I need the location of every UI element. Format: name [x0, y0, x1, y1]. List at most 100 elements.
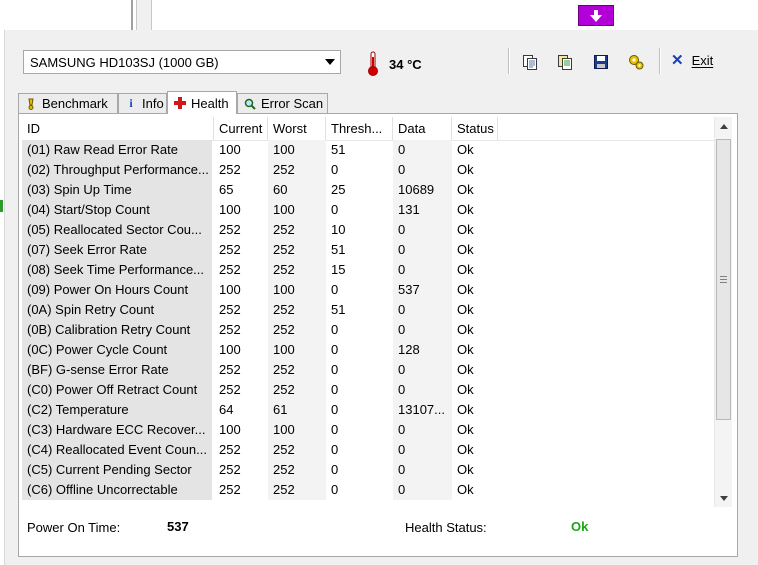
- scroll-up-button[interactable]: [715, 117, 732, 135]
- benchmark-icon: [25, 98, 37, 110]
- cell-id: (01) Raw Read Error Rate: [22, 140, 212, 160]
- table-row[interactable]: (0A) Spin Retry Count 252 252 51 0 Ok: [22, 300, 714, 320]
- column-header-current[interactable]: Current: [214, 117, 268, 140]
- tab-label: Error Scan: [261, 96, 324, 111]
- cell-current: 252: [219, 162, 241, 177]
- cell-id: (08) Seek Time Performance...: [22, 260, 212, 280]
- download-icon[interactable]: [578, 5, 614, 26]
- cell-threshold: 0: [331, 422, 339, 437]
- cell-status: Ok: [457, 282, 474, 297]
- cell-status: Ok: [457, 162, 474, 177]
- power-on-value: 537: [167, 519, 189, 534]
- chevron-down-icon: [325, 59, 335, 65]
- column-header-worst[interactable]: Worst: [268, 117, 326, 140]
- table-row[interactable]: (C4) Reallocated Event Coun... 252 252 0 0 Ok: [22, 440, 714, 460]
- table-row[interactable]: (09) Power On Hours Count 100 100 0 537 Ok: [22, 280, 714, 300]
- cell-status: Ok: [457, 322, 474, 337]
- cell-data: 131: [393, 200, 452, 220]
- cell-threshold: 51: [331, 302, 346, 317]
- table-row[interactable]: (02) Throughput Performance... 252 252 0 0 Ok: [22, 160, 714, 180]
- table-row[interactable]: (07) Seek Error Rate 252 252 51 0 Ok: [22, 240, 714, 260]
- health-status-value: Ok: [571, 519, 589, 534]
- cell-threshold: 0: [331, 322, 339, 337]
- exit-label: Exit: [691, 53, 714, 68]
- cell-threshold: 15: [331, 262, 346, 277]
- cell-worst: 100: [268, 340, 326, 360]
- copy-icon[interactable]: [519, 51, 541, 73]
- cell-status: Ok: [457, 342, 474, 357]
- cell-id: (05) Reallocated Sector Cou...: [22, 220, 212, 240]
- cell-worst: 252: [268, 260, 326, 280]
- cell-id: (C6) Offline Uncorrectable: [22, 480, 212, 500]
- cell-data: 0: [393, 460, 452, 480]
- column-header-threshold[interactable]: Thresh...: [326, 117, 393, 140]
- table-row[interactable]: (01) Raw Read Error Rate 100 100 51 0 Ok: [22, 140, 714, 160]
- cell-worst: 252: [268, 220, 326, 240]
- save-icon[interactable]: [590, 51, 612, 73]
- cell-status: Ok: [457, 482, 474, 497]
- column-header-status[interactable]: Status: [452, 117, 498, 140]
- smart-attributes-table[interactable]: ID Current Worst Thresh... Data Status (…: [22, 117, 714, 507]
- cell-id: (C4) Reallocated Event Coun...: [22, 440, 212, 460]
- info-icon: i: [129, 96, 133, 110]
- cell-data: 0: [393, 420, 452, 440]
- column-header-data[interactable]: Data: [393, 117, 452, 140]
- cell-current: 252: [219, 462, 241, 477]
- column-header-id[interactable]: ID: [22, 117, 214, 140]
- health-icon: [174, 97, 186, 109]
- table-row[interactable]: (05) Reallocated Sector Cou... 252 252 10 0 O…: [22, 220, 714, 240]
- cell-data: 0: [393, 140, 452, 160]
- table-row[interactable]: (C3) Hardware ECC Recover... 100 100 0 0 Ok: [22, 420, 714, 440]
- cell-worst: 60: [268, 180, 326, 200]
- table-row[interactable]: (C5) Current Pending Sector 252 252 0 0 Ok: [22, 460, 714, 480]
- cell-id: (C5) Current Pending Sector: [22, 460, 212, 480]
- cell-status: Ok: [457, 242, 474, 257]
- cell-id: (C0) Power Off Retract Count: [22, 380, 212, 400]
- cell-current: 100: [219, 422, 241, 437]
- scroll-down-button[interactable]: [715, 489, 732, 507]
- cell-threshold: 51: [331, 242, 346, 257]
- cell-current: 64: [219, 402, 234, 417]
- thermometer-icon: [366, 51, 380, 77]
- cell-threshold: 0: [331, 402, 339, 417]
- options-icon[interactable]: [625, 51, 647, 73]
- table-row[interactable]: (C6) Offline Uncorrectable 252 252 0 0 Ok: [22, 480, 714, 500]
- table-row[interactable]: (C2) Temperature 64 61 0 13107... Ok: [22, 400, 714, 420]
- table-row[interactable]: (03) Spin Up Time 65 60 25 10689 Ok: [22, 180, 714, 200]
- table-row[interactable]: (0C) Power Cycle Count 100 100 0 128 Ok: [22, 340, 714, 360]
- exit-button[interactable]: ✕ Exit: [671, 51, 714, 69]
- tab-info[interactable]: i Info: [118, 93, 167, 113]
- cell-worst: 252: [268, 160, 326, 180]
- table-row[interactable]: (C0) Power Off Retract Count 252 252 0 0 Ok: [22, 380, 714, 400]
- cell-data: 0: [393, 440, 452, 460]
- cell-status: Ok: [457, 182, 474, 197]
- table-row[interactable]: (08) Seek Time Performance... 252 252 15 0 Ok: [22, 260, 714, 280]
- vertical-scrollbar[interactable]: [714, 117, 732, 507]
- copy-all-icon[interactable]: [554, 51, 576, 73]
- cell-current: 252: [219, 262, 241, 277]
- tab-label: Info: [142, 96, 164, 111]
- tab-health[interactable]: Health: [167, 91, 237, 114]
- cell-current: 252: [219, 222, 241, 237]
- drive-select[interactable]: SAMSUNG HD103SJ (1000 GB): [23, 50, 341, 74]
- cell-current: 252: [219, 442, 241, 457]
- table-row[interactable]: (BF) G-sense Error Rate 252 252 0 0 Ok: [22, 360, 714, 380]
- cell-current: 100: [219, 142, 241, 157]
- cell-worst: 252: [268, 480, 326, 500]
- cell-worst: 252: [268, 380, 326, 400]
- cell-data: 0: [393, 160, 452, 180]
- cell-id: (BF) G-sense Error Rate: [22, 360, 212, 380]
- table-row[interactable]: (04) Start/Stop Count 100 100 0 131 Ok: [22, 200, 714, 220]
- cell-status: Ok: [457, 262, 474, 277]
- table-row[interactable]: (0B) Calibration Retry Count 252 252 0 0 Ok: [22, 320, 714, 340]
- exit-icon: ✕: [671, 51, 684, 69]
- cell-data: 13107...: [393, 400, 452, 420]
- scroll-thumb[interactable]: [716, 139, 731, 420]
- cell-current: 100: [219, 202, 241, 217]
- tab-error-scan[interactable]: Error Scan: [237, 93, 328, 113]
- background-marker: [0, 200, 3, 212]
- cell-data: 10689: [393, 180, 452, 200]
- tab-benchmark[interactable]: Benchmark: [18, 93, 118, 113]
- cell-threshold: 0: [331, 442, 339, 457]
- cell-status: Ok: [457, 222, 474, 237]
